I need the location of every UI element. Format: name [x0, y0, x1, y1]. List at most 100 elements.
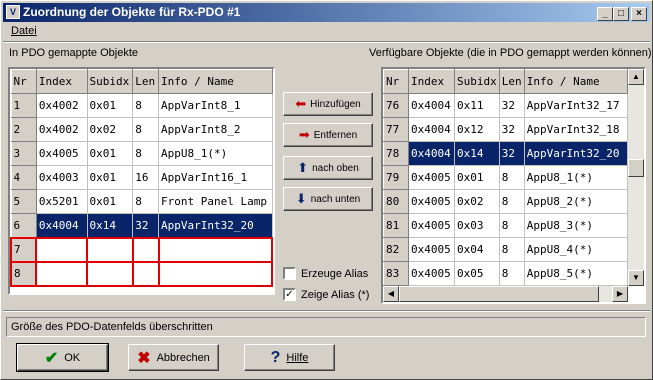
cell-nr[interactable]: 77 — [383, 117, 409, 142]
col-subidx[interactable]: Subidx — [454, 69, 500, 94]
cell-name[interactable]: AppU8_3(*) — [524, 213, 628, 238]
table-row[interactable]: 4 0x4003 0x01 16 AppVarInt16_1 — [10, 165, 273, 190]
cell-name[interactable]: AppVarInt32_20 — [524, 141, 628, 166]
cell-len[interactable]: 8 — [132, 93, 160, 118]
table-row[interactable]: 77 0x4004 0x12 32 AppVarInt32_18 — [383, 117, 628, 142]
col-len[interactable]: Len — [498, 69, 525, 94]
cell-subidx[interactable]: 0x01 — [454, 165, 500, 190]
cell-len[interactable] — [131, 260, 160, 287]
cell-len[interactable]: 8 — [499, 189, 525, 214]
cell-name[interactable]: Front Panel Lamp — [158, 189, 273, 214]
col-subidx[interactable]: Subidx — [86, 69, 134, 94]
table-row[interactable]: 1 0x4002 0x01 8 AppVarInt8_1 — [10, 93, 273, 118]
col-name[interactable]: Info / Name — [523, 69, 628, 94]
cell-name[interactable]: AppVarInt8_2 — [158, 117, 273, 142]
table-row[interactable]: 76 0x4004 0x11 32 AppVarInt32_17 — [383, 93, 628, 118]
cell-len[interactable]: 32 — [499, 93, 525, 118]
cell-subidx[interactable]: 0x01 — [87, 189, 134, 214]
move-down-button[interactable]: ⬇ nach unten — [283, 187, 373, 211]
cell-index[interactable]: 0x4004 — [408, 141, 455, 166]
table-row[interactable]: 5 0x5201 0x01 8 Front Panel Lamp — [10, 189, 273, 214]
col-index[interactable]: Index — [408, 69, 455, 94]
table-row[interactable]: 80 0x4005 0x02 8 AppU8_2(*) — [383, 189, 628, 214]
cell-subidx[interactable] — [86, 260, 134, 287]
cell-nr[interactable]: 5 — [10, 189, 37, 214]
cell-len[interactable]: 16 — [132, 165, 160, 190]
add-button[interactable]: ⬅ Hinzufügen — [283, 92, 373, 116]
cell-len[interactable]: 8 — [132, 189, 160, 214]
col-index[interactable]: Index — [35, 69, 88, 94]
move-up-button[interactable]: ⬆ nach oben — [283, 156, 373, 180]
table-row[interactable]: 2 0x4002 0x02 8 AppVarInt8_2 — [10, 117, 273, 142]
cell-index[interactable]: 0x4002 — [36, 93, 88, 118]
cell-subidx[interactable]: 0x01 — [87, 165, 134, 190]
cell-name[interactable]: AppU8_2(*) — [524, 189, 628, 214]
table-row[interactable]: 3 0x4005 0x01 8 AppU8_1(*) — [10, 141, 273, 166]
cell-nr[interactable]: 3 — [10, 141, 37, 166]
vertical-scrollbar[interactable]: ▲ ▼ — [628, 69, 644, 286]
cell-len[interactable]: 8 — [132, 117, 160, 142]
cell-name[interactable]: AppVarInt32_17 — [524, 93, 628, 118]
col-nr[interactable]: Nr — [10, 69, 37, 94]
cell-index[interactable]: 0x4005 — [408, 213, 455, 238]
cell-len[interactable]: 32 — [499, 117, 525, 142]
cell-nr[interactable]: 80 — [383, 189, 409, 214]
cell-index[interactable]: 0x4004 — [36, 213, 88, 238]
cell-len[interactable] — [131, 236, 160, 263]
col-nr[interactable]: Nr — [383, 69, 409, 94]
table-row[interactable]: 82 0x4005 0x04 8 AppU8_4(*) — [383, 237, 628, 262]
cell-name[interactable] — [157, 236, 273, 263]
cell-name[interactable]: AppVarInt32_18 — [524, 117, 628, 142]
cell-len[interactable]: 8 — [499, 165, 525, 190]
cell-name[interactable]: AppU8_5(*) — [524, 261, 628, 286]
cell-index[interactable]: 0x4004 — [408, 117, 455, 142]
table-row[interactable]: 83 0x4005 0x05 8 AppU8_5(*) — [383, 261, 628, 286]
cell-subidx[interactable]: 0x02 — [454, 189, 500, 214]
cell-name[interactable] — [157, 260, 273, 287]
col-name[interactable]: Info / Name — [158, 69, 273, 94]
cell-index[interactable]: 0x4002 — [36, 117, 88, 142]
cell-nr[interactable]: 7 — [10, 236, 38, 263]
cell-nr[interactable]: 79 — [383, 165, 409, 190]
scroll-left-icon[interactable]: ◀ — [383, 286, 399, 302]
cell-index[interactable]: 0x4005 — [408, 237, 455, 262]
table-row[interactable]: 6 0x4004 0x14 32 AppVarInt32_20 — [10, 213, 273, 238]
cell-index[interactable]: 0x4005 — [408, 261, 455, 286]
cell-len[interactable]: 8 — [499, 261, 525, 286]
checkbox-box[interactable]: ✓ — [283, 288, 296, 301]
cell-name[interactable]: AppVarInt8_1 — [158, 93, 273, 118]
cell-subidx[interactable] — [86, 236, 134, 263]
cell-index[interactable] — [35, 260, 88, 287]
cell-subidx[interactable]: 0x05 — [454, 261, 500, 286]
close-button[interactable]: × — [631, 7, 647, 21]
cell-len[interactable]: 8 — [499, 213, 525, 238]
horizontal-scrollbar[interactable]: ◀ ▶ — [383, 286, 628, 302]
checkbox-box[interactable] — [283, 267, 296, 280]
cell-subidx[interactable]: 0x02 — [87, 117, 134, 142]
scroll-thumb[interactable] — [399, 286, 599, 302]
cell-len[interactable]: 8 — [132, 141, 160, 166]
ok-button[interactable]: ✔ OK — [16, 343, 109, 372]
remove-button[interactable]: ➡ Entfernen — [283, 123, 373, 147]
minimize-button[interactable]: _ — [597, 7, 613, 21]
cell-nr[interactable]: 4 — [10, 165, 37, 190]
cell-name[interactable]: AppVarInt16_1 — [158, 165, 273, 190]
cell-index[interactable] — [35, 236, 88, 263]
cancel-button[interactable]: ✖ Abbrechen — [128, 344, 219, 371]
cell-index[interactable]: 0x4005 — [36, 141, 88, 166]
cell-nr[interactable]: 82 — [383, 237, 409, 262]
cell-index[interactable]: 0x4003 — [36, 165, 88, 190]
cell-subidx[interactable]: 0x14 — [454, 141, 500, 166]
cell-subidx[interactable]: 0x03 — [454, 213, 500, 238]
cell-index[interactable]: 0x4005 — [408, 165, 455, 190]
scroll-up-icon[interactable]: ▲ — [628, 69, 644, 85]
cell-nr[interactable]: 76 — [383, 93, 409, 118]
cell-nr[interactable]: 78 — [383, 141, 409, 166]
available-objects-grid[interactable]: Nr Index Subidx Len Info / Name 76 0x4004… — [381, 67, 646, 304]
cell-nr[interactable]: 83 — [383, 261, 409, 286]
cell-name[interactable]: AppU8_4(*) — [524, 237, 628, 262]
table-row[interactable]: 78 0x4004 0x14 32 AppVarInt32_20 — [383, 141, 628, 166]
cell-subidx[interactable]: 0x14 — [87, 213, 134, 238]
cell-len[interactable]: 8 — [499, 237, 525, 262]
table-row[interactable]: 81 0x4005 0x03 8 AppU8_3(*) — [383, 213, 628, 238]
